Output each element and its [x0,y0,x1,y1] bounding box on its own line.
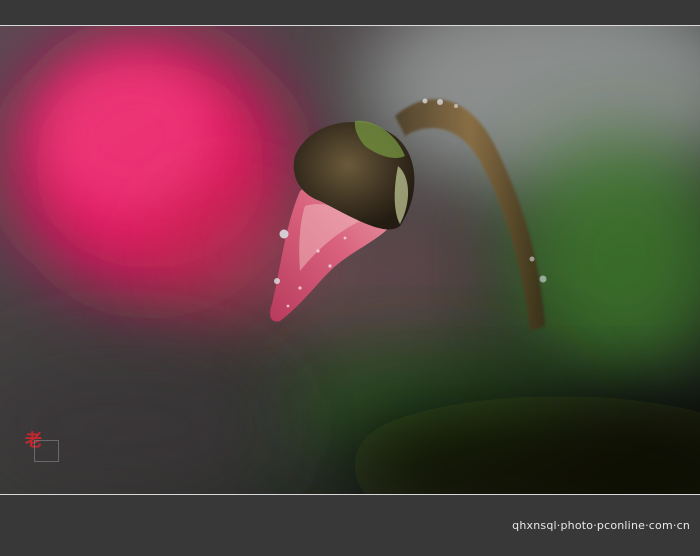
photo-frame: 老 qhxnsql·photo·pconline·com·cn [0,0,700,556]
photo: 老 [0,25,700,495]
seal-stamp-icon [34,440,59,462]
photo-caption: qhxnsql·photo·pconline·com·cn [512,519,690,532]
flower-bud-image [0,26,700,494]
artist-seal: 老 [25,433,61,463]
